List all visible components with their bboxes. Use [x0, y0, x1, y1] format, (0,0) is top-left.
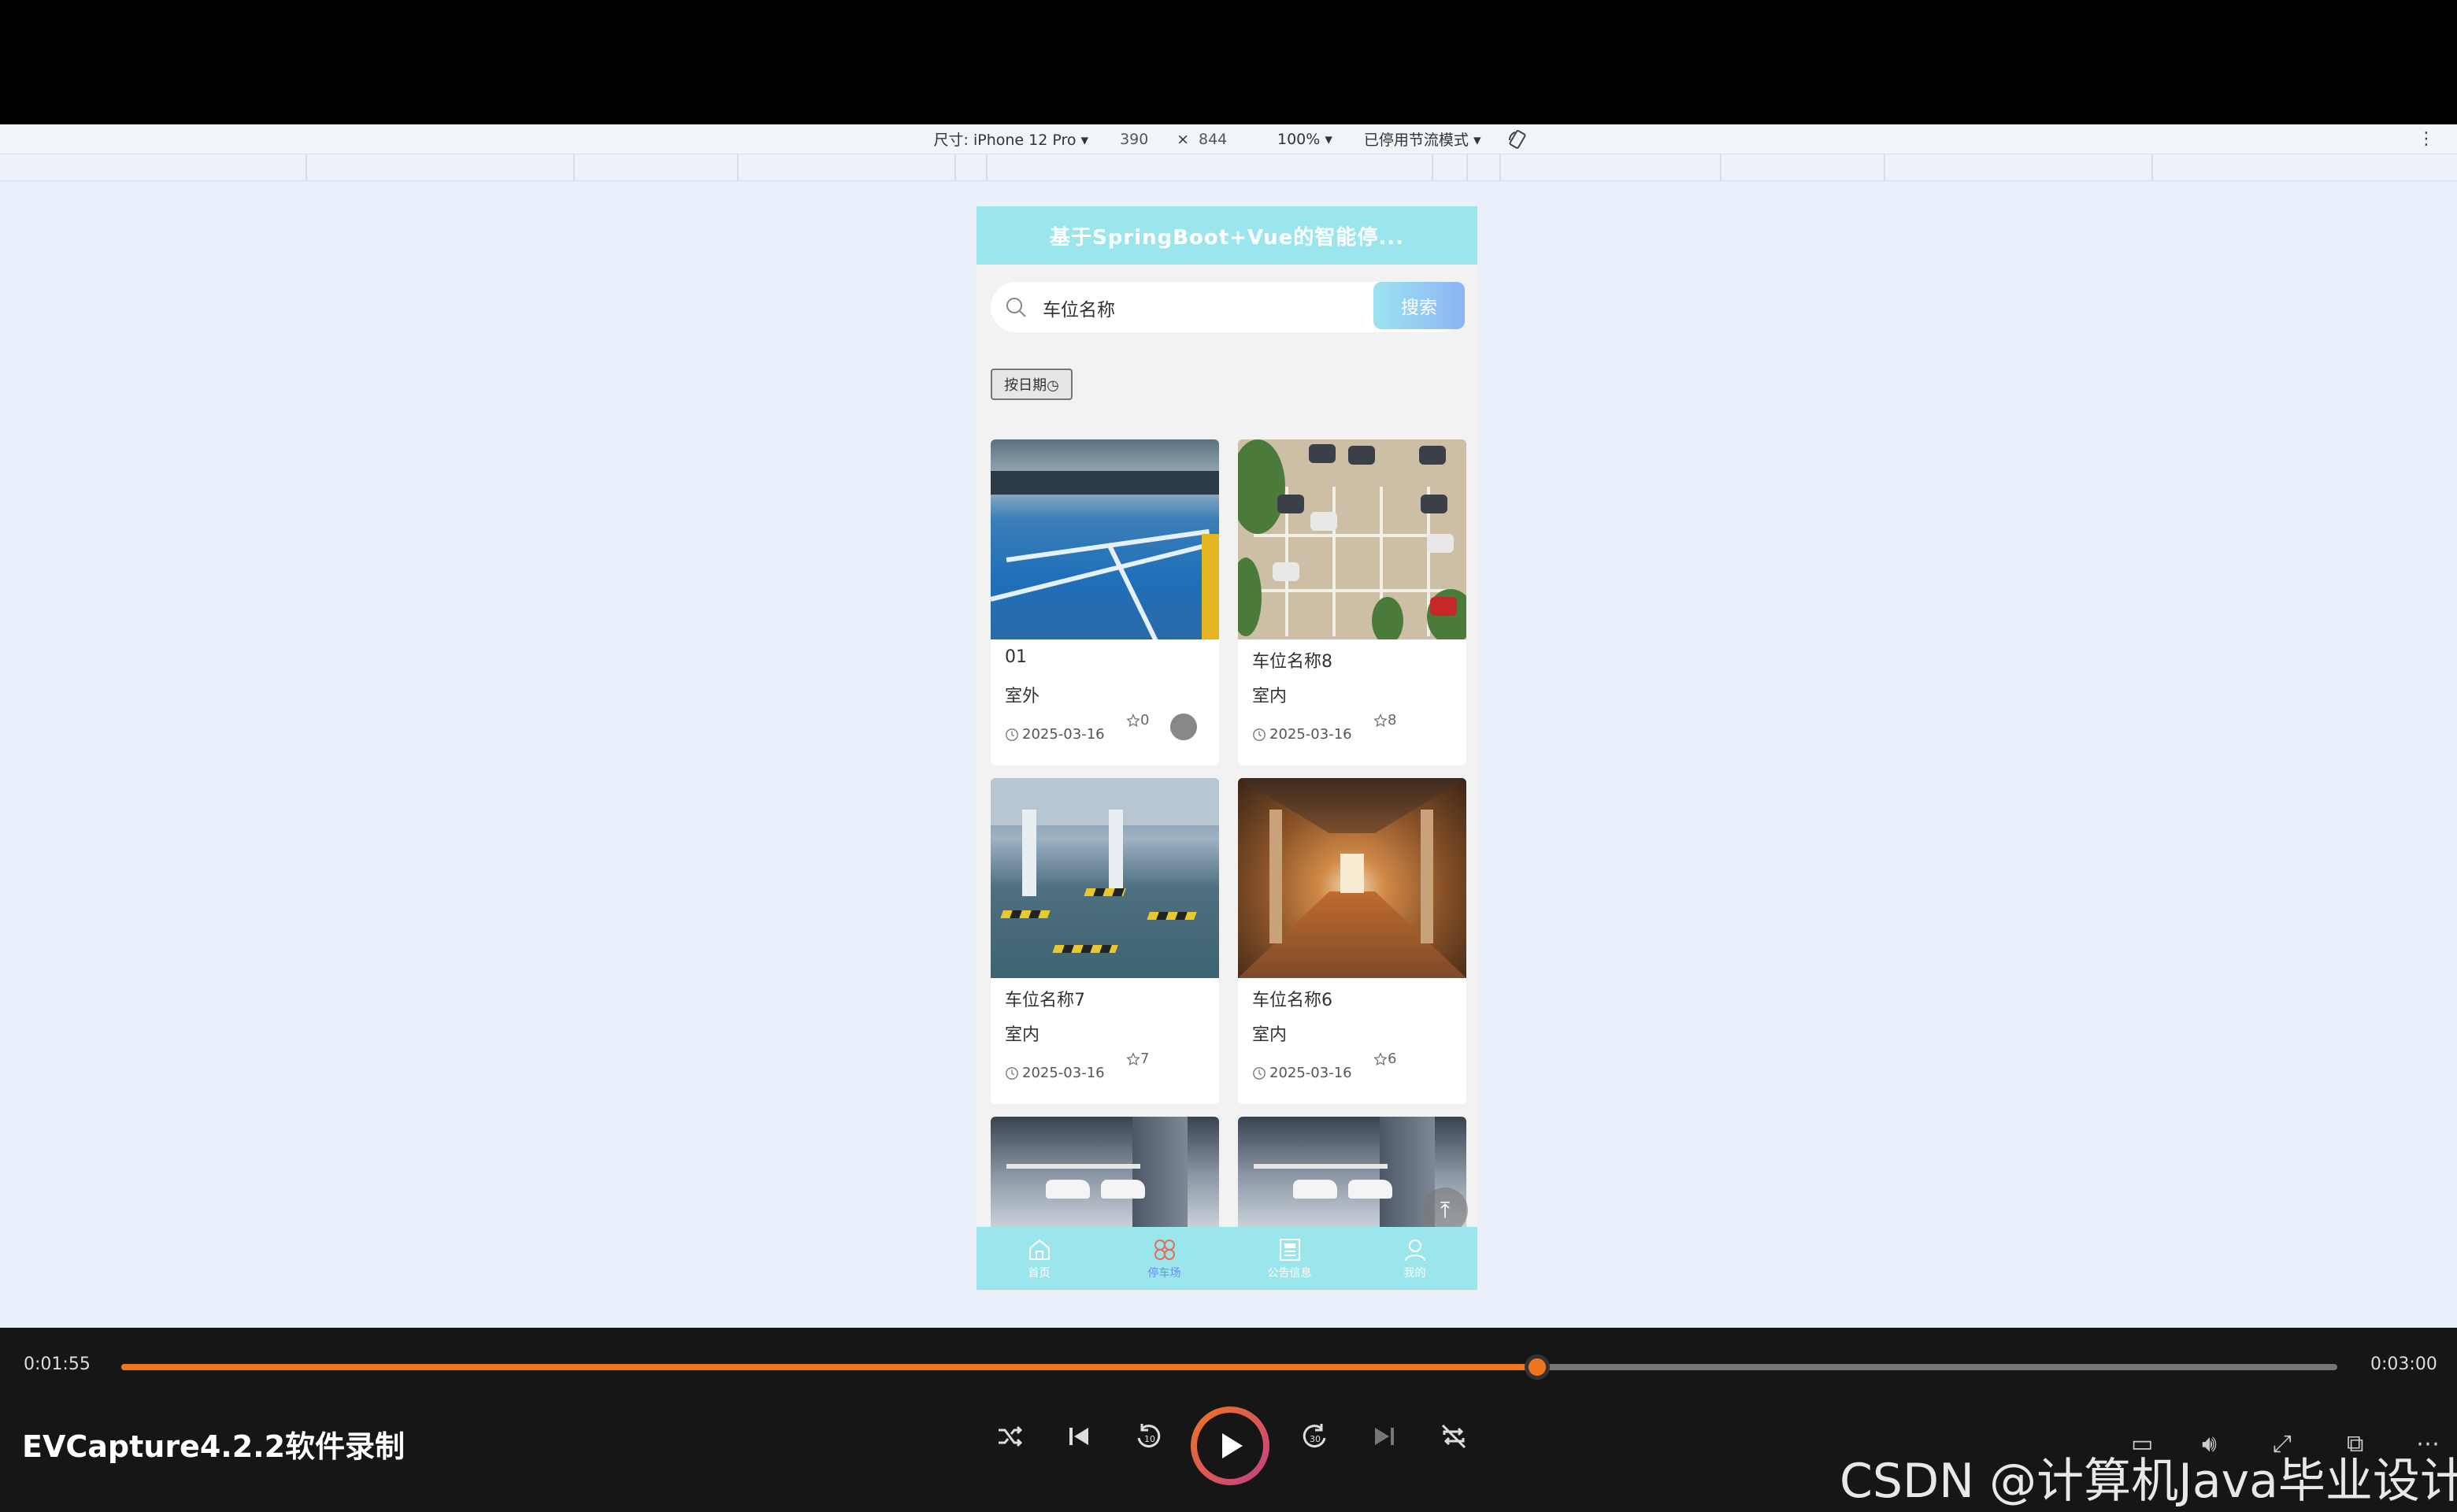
- dimension-times: ×: [1177, 130, 1189, 148]
- favorite-count[interactable]: 6: [1373, 1051, 1396, 1067]
- grid-icon: [1154, 1240, 1175, 1260]
- card-type: 室内: [1252, 687, 1288, 706]
- card-name: 车位名称7: [1005, 991, 1085, 1010]
- parking-image: [1238, 439, 1466, 639]
- tab-notices[interactable]: 公告信息: [1227, 1227, 1352, 1290]
- search-bar: 车位名称 搜索: [991, 282, 1465, 332]
- throttle-select[interactable]: 已停用节流模式 ▾: [1359, 128, 1486, 150]
- watermark: CSDN @计算机Java毕业设计: [1840, 1454, 2457, 1509]
- total-time: 0:03:00: [2370, 1354, 2437, 1374]
- star-icon: [1373, 713, 1388, 727]
- forward-30-icon[interactable]: 30: [1293, 1414, 1337, 1458]
- device-height-input[interactable]: 844: [1199, 131, 1246, 148]
- zoom-label: 100% ▾: [1277, 130, 1332, 148]
- parking-image: [991, 439, 1219, 639]
- search-icon: [1006, 298, 1026, 317]
- card-name: 车位名称6: [1252, 991, 1332, 1010]
- search-input[interactable]: 车位名称: [1043, 295, 1115, 321]
- sort-by-date-button[interactable]: 按日期◷: [991, 369, 1073, 400]
- progress-knob[interactable]: [1525, 1354, 1551, 1380]
- devtools-device-toolbar: 尺寸: iPhone 12 Pro ▾ 390 × 844 100% ▾ 已停用节流…: [0, 124, 2457, 154]
- media-query-ruler: [0, 154, 2457, 181]
- favorite-count[interactable]: 0: [1126, 712, 1149, 728]
- progress-track[interactable]: [121, 1364, 2337, 1370]
- more-vert-icon[interactable]: ⋮: [2418, 129, 2435, 149]
- tab-home[interactable]: 首页: [976, 1227, 1102, 1290]
- card-date: 2025-03-16: [1005, 1065, 1105, 1081]
- progress-fill: [121, 1364, 1538, 1370]
- clock-icon: [1006, 728, 1018, 741]
- news-icon: [1279, 1239, 1300, 1261]
- card-name: 01: [1005, 647, 1027, 667]
- parking-card[interactable]: 车位名称6 室内 6 2025-03-16: [1238, 778, 1466, 1104]
- zoom-select[interactable]: 100% ▾: [1273, 131, 1337, 148]
- current-time: 0:01:55: [24, 1354, 91, 1374]
- device-dimensions-label: 尺寸: iPhone 12 Pro ▾: [933, 132, 1089, 149]
- mobile-app: 基于SpringBoot+Vue的智能停... 车位名称 搜索 按日期◷ 01 …: [976, 206, 1477, 1290]
- card-date: 2025-03-16: [1252, 726, 1352, 743]
- app-title: 基于SpringBoot+Vue的智能停...: [1050, 225, 1404, 250]
- favorite-count[interactable]: 8: [1373, 712, 1396, 728]
- star-icon: [1126, 1051, 1140, 1065]
- card-name: 车位名称8: [1252, 652, 1332, 672]
- app-header: 基于SpringBoot+Vue的智能停...: [976, 206, 1477, 265]
- throttle-label: 已停用节流模式 ▾: [1363, 132, 1481, 149]
- parking-image: [991, 778, 1219, 978]
- card-date: 2025-03-16: [1252, 1065, 1352, 1081]
- repeat-off-icon[interactable]: [1432, 1414, 1476, 1458]
- recording-title: EVCapture4.2.2软件录制: [22, 1429, 406, 1464]
- emulated-viewport-area: 基于SpringBoot+Vue的智能停... 车位名称 搜索 按日期◷ 01 …: [0, 181, 2457, 1328]
- tab-parking[interactable]: 停车场: [1102, 1227, 1227, 1290]
- star-icon: [1373, 1051, 1388, 1065]
- card-date: 2025-03-16: [1005, 726, 1105, 743]
- parking-card[interactable]: 01 室外 0 2025-03-16: [991, 439, 1219, 765]
- user-icon: [1404, 1240, 1425, 1262]
- arrow-up-icon: ⤒: [1440, 1197, 1451, 1223]
- parking-image: [1238, 778, 1466, 978]
- clock-icon: [1006, 1066, 1018, 1080]
- svg-text:10: 10: [1144, 1434, 1155, 1444]
- shuffle-icon[interactable]: [988, 1414, 1032, 1458]
- parking-card[interactable]: 车位名称7 室内 7 2025-03-16: [991, 778, 1219, 1104]
- window-black-top: [0, 0, 2457, 124]
- bottom-tab-bar: 首页 停车场 公告信息 我的: [976, 1227, 1477, 1290]
- home-icon: [1028, 1239, 1050, 1260]
- clock-icon: [1253, 728, 1266, 741]
- svg-text:30: 30: [1310, 1434, 1321, 1444]
- previous-icon[interactable]: [1057, 1414, 1101, 1458]
- play-button[interactable]: [1191, 1406, 1269, 1485]
- card-type: 室外: [1005, 687, 1040, 706]
- card-type: 室内: [1005, 1025, 1040, 1045]
- search-button[interactable]: 搜索: [1373, 282, 1465, 329]
- device-width-input[interactable]: 390: [1120, 131, 1167, 148]
- favorite-count[interactable]: 7: [1126, 1051, 1149, 1067]
- star-icon: [1126, 713, 1140, 727]
- tab-mine[interactable]: 我的: [1352, 1227, 1477, 1290]
- play-icon: [1222, 1433, 1243, 1458]
- parking-card[interactable]: 车位名称8 室内 8 2025-03-16: [1238, 439, 1466, 765]
- rewind-10-icon[interactable]: 10: [1126, 1414, 1170, 1458]
- card-type: 室内: [1252, 1025, 1288, 1045]
- device-select[interactable]: 尺寸: iPhone 12 Pro ▾: [929, 128, 1094, 150]
- next-icon[interactable]: [1362, 1414, 1406, 1458]
- rotate-icon[interactable]: [1507, 129, 1528, 150]
- clock-icon: [1253, 1066, 1266, 1080]
- cursor-indicator: [1170, 713, 1197, 740]
